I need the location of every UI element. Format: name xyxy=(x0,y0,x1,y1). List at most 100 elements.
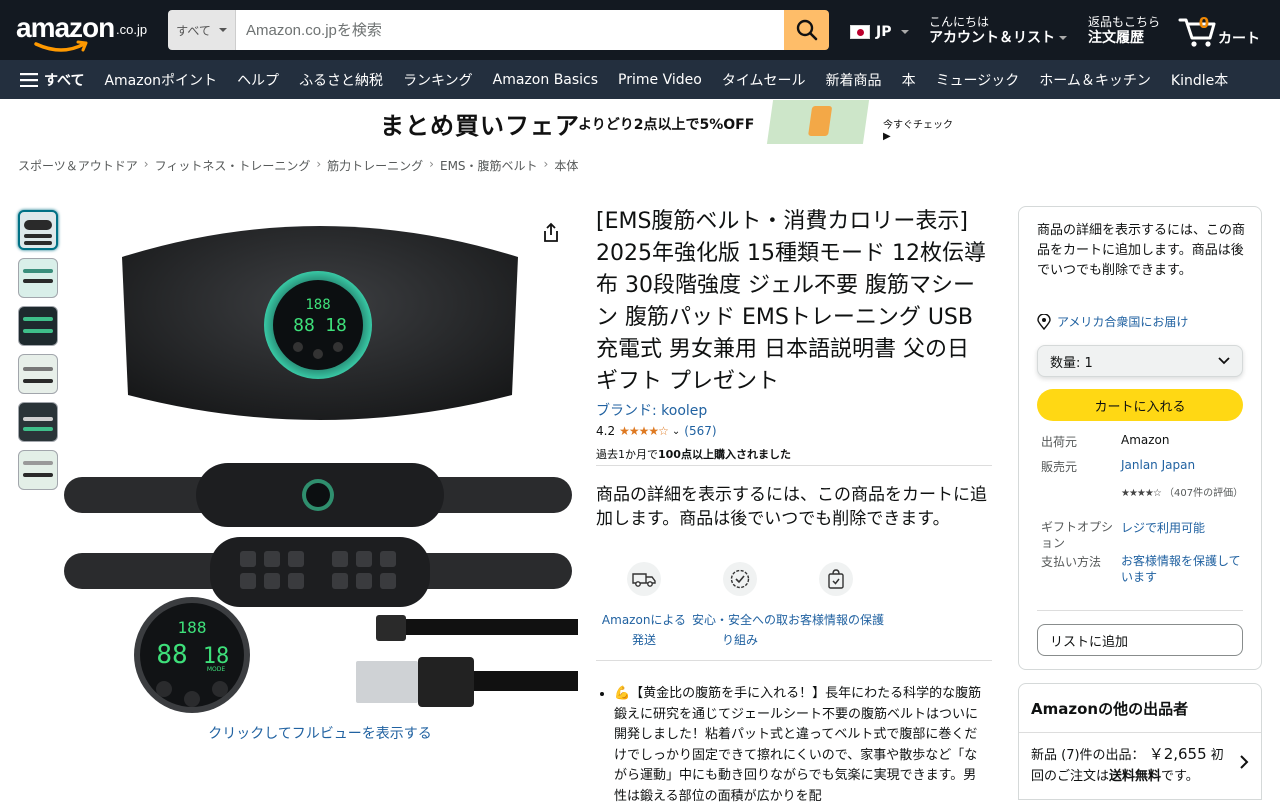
promo-check-link[interactable]: 今すぐチェック ▶ xyxy=(883,116,960,142)
smile-arrow-icon xyxy=(34,40,88,52)
brand-link[interactable]: ブランド: koolep xyxy=(596,400,707,420)
rating-count-link[interactable]: (567) xyxy=(684,424,716,438)
breadcrumb: スポーツ＆アウトドア › フィットネス・トレーニング › 筋力トレーニング › EMS… xyxy=(18,157,578,174)
nav-link-furusato[interactable]: ふるさと納税 xyxy=(299,70,383,90)
cart-label: カート xyxy=(1218,31,1260,47)
product-main-image[interactable]: 188 88 18 188 88 18 MODE xyxy=(60,205,580,725)
bullet-item: 💪【黄金比の腹筋を手に入れる！】長年にわたる科学的な腹筋鍛えに研究を通じてジェー… xyxy=(614,684,984,807)
add-to-list-button[interactable]: リストに追加 xyxy=(1037,624,1243,656)
display-big-digits: 88 xyxy=(293,315,315,336)
location-pin-icon xyxy=(1037,313,1051,330)
product-title: [EMS腹筋ベルト・消費カロリー表示] 2025年強化版 15種類モード 12枚… xyxy=(596,209,986,394)
new-offers-label: 新品 (7)件の出品： xyxy=(1031,748,1145,763)
rating-stars-icon[interactable]: ★★★★☆ xyxy=(619,424,669,438)
breadcrumb-item[interactable]: 本体 xyxy=(554,157,578,174)
cart-link[interactable]: 0 カート xyxy=(1178,14,1270,48)
promo-subtitle: よりどり2点以上で5%OFF xyxy=(578,117,755,133)
payment-value[interactable]: お客様情報を保護しています xyxy=(1121,553,1241,585)
gift-value[interactable]: レジで利用可能 xyxy=(1121,519,1241,551)
quantity-label: 数量: 1 xyxy=(1050,355,1093,371)
bought-count: 100点以上購入されました xyxy=(658,448,791,461)
closeup-display-digits: 188 xyxy=(178,618,207,637)
chevron-right-icon[interactable] xyxy=(1239,754,1249,770)
gift-label: ギフトオプション xyxy=(1041,520,1114,550)
nav-link-books[interactable]: 本 xyxy=(902,70,916,90)
orders-label: 注文履歴 xyxy=(1088,30,1144,46)
seller-label: 販売元 xyxy=(1041,460,1078,474)
seller-rating-stars-icon: ★★★★☆ xyxy=(1121,488,1162,499)
feature-shipping[interactable]: Amazonによる発送 xyxy=(596,562,692,650)
breadcrumb-separator-icon: › xyxy=(543,157,549,171)
thumbnail-image[interactable] xyxy=(18,306,58,346)
feature-safety[interactable]: 安心・安全への取り組み xyxy=(692,562,788,650)
other-sellers-box[interactable]: Amazonの他の出品者 新品 (7)件の出品： ￥2,655 初回のご注文は送… xyxy=(1018,683,1262,800)
other-sellers-title: Amazonの他の出品者 xyxy=(1031,700,1189,718)
closeup-mode-label: MODE xyxy=(207,666,226,673)
orders-link[interactable]: 返品もこちら 注文履歴 xyxy=(1088,15,1160,47)
account-greeting: こんにちは xyxy=(929,15,990,29)
divider xyxy=(1037,610,1243,611)
gift-payment-info: ギフトオプション レジで利用可能 支払い方法 お客様情報を保護しています xyxy=(1041,519,1241,593)
promo-banner[interactable]: まとめ買いフェア よりどり2点以上で5%OFF 今すぐチェック ▶ xyxy=(380,100,960,144)
thumbnail-image[interactable] xyxy=(18,210,58,250)
quantity-select[interactable]: 数量: 1 xyxy=(1037,345,1243,377)
deliver-to-label: アメリカ合衆国にお届け xyxy=(1057,315,1189,329)
deliver-to-link[interactable]: アメリカ合衆国にお届け xyxy=(1037,313,1188,330)
nav-link-ranking[interactable]: ランキング xyxy=(403,70,473,90)
secure-bag-icon xyxy=(828,569,844,589)
shipper-label: 出荷元 xyxy=(1041,435,1078,449)
account-label: アカウント＆リスト xyxy=(929,30,1055,46)
breadcrumb-item[interactable]: フィットネス・トレーニング xyxy=(155,157,311,174)
caret-down-icon xyxy=(218,28,227,32)
nav-link-points[interactable]: Amazonポイント xyxy=(104,70,217,90)
thumbnail-image[interactable] xyxy=(18,450,58,490)
cart-count: 0 xyxy=(1198,14,1210,32)
detail-message: 商品の詳細を表示するには、この商品をカートに追加します。商品は後でいつでも削除で… xyxy=(596,485,987,529)
breadcrumb-separator-icon: › xyxy=(316,157,322,171)
badge-check-icon xyxy=(730,569,750,589)
seller-link[interactable]: Janlan Japan xyxy=(1121,458,1241,475)
nav-link-new[interactable]: 新着商品 xyxy=(826,70,882,90)
add-to-cart-button[interactable]: カートに入れる xyxy=(1037,389,1243,421)
search-category-label: すべて xyxy=(176,23,211,38)
feature-privacy[interactable]: お客様情報の保護 xyxy=(788,562,884,650)
nav-link-kindle[interactable]: Kindle本 xyxy=(1171,70,1228,90)
offer-price: ￥2,655 xyxy=(1148,745,1207,763)
feature-label: 安心・安全への取り組み xyxy=(692,613,789,647)
thumbnail-image[interactable] xyxy=(18,354,58,394)
other-sellers-offer: 新品 (7)件の出品： ￥2,655 初回のご注文は送料無料です。 xyxy=(1031,744,1231,787)
nav-link-prime-video[interactable]: Prime Video xyxy=(618,72,702,88)
all-menu-button[interactable]: すべて xyxy=(20,70,84,90)
amazon-logo[interactable]: amazon .co.jp xyxy=(16,12,156,52)
trust-features: Amazonによる発送 安心・安全への取り組み お客様情報の保護 xyxy=(596,562,886,650)
chevron-down-icon[interactable]: ⌄ xyxy=(672,426,680,437)
search-button[interactable] xyxy=(784,10,829,50)
thumbnail-image[interactable] xyxy=(18,258,58,298)
search-category-select[interactable]: すべて xyxy=(168,10,236,50)
seller-rating-text: （407件の評価） xyxy=(1164,488,1244,499)
buy-box: 商品の詳細を表示するには、この商品をカートに追加します。商品は後でいつでも削除で… xyxy=(1018,206,1262,670)
hamburger-icon xyxy=(20,72,38,87)
feature-label: Amazonによる発送 xyxy=(601,613,687,647)
divider xyxy=(596,660,992,661)
bought-prefix: 過去1か月で xyxy=(596,448,658,461)
breadcrumb-item[interactable]: スポーツ＆アウトドア xyxy=(18,157,138,174)
share-icon[interactable] xyxy=(540,222,562,244)
nav-link-home-kitchen[interactable]: ホーム＆キッチン xyxy=(1039,70,1151,90)
nav-link-music[interactable]: ミュージック xyxy=(936,70,1020,90)
fullview-link[interactable]: クリックしてフルビューを表示する xyxy=(60,723,580,743)
feature-bullets: 💪【黄金比の腹筋を手に入れる！】長年にわたる科学的な腹筋鍛えに研究を通じてジェー… xyxy=(596,684,984,807)
seller-rating[interactable]: ★★★★☆ （407件の評価） xyxy=(1121,487,1251,501)
thumbnail-image[interactable] xyxy=(18,402,58,442)
breadcrumb-item[interactable]: 筋力トレーニング xyxy=(327,157,423,174)
account-menu[interactable]: こんにちは アカウント＆リスト xyxy=(929,15,1067,47)
language-selector[interactable]: JP xyxy=(850,24,910,40)
thumbnail-strip xyxy=(18,210,58,498)
nav-link-timesale[interactable]: タイムセール xyxy=(722,70,806,90)
rating-value: 4.2 xyxy=(596,424,616,438)
search-input[interactable] xyxy=(236,10,784,50)
breadcrumb-item[interactable]: EMS・腹筋ベルト xyxy=(440,157,538,174)
nav-link-help[interactable]: ヘルプ xyxy=(237,70,279,90)
nav-link-basics[interactable]: Amazon Basics xyxy=(493,72,598,88)
returns-label: 返品もこちら xyxy=(1088,15,1161,29)
